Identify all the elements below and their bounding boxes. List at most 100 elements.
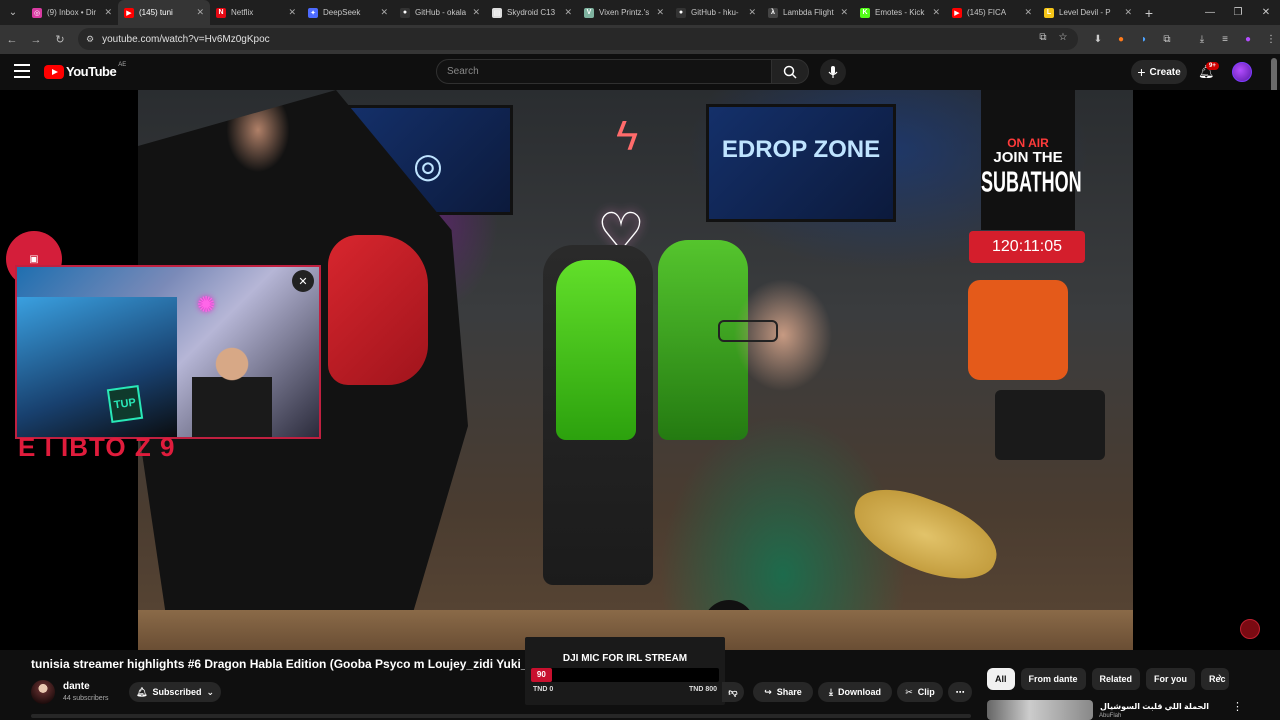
- browser-tab[interactable]: V Vixen Printz.'s ✕: [578, 0, 670, 25]
- recommended-thumbnail[interactable]: [987, 700, 1093, 720]
- tab-close-icon[interactable]: ✕: [564, 7, 572, 18]
- recommended-title[interactable]: الحملة اللي قلبت السوشيال ميديا!: [1099, 702, 1209, 711]
- extension-icon-2[interactable]: ●: [1113, 29, 1129, 49]
- window-controls: — ❐ ✕: [1196, 0, 1280, 25]
- reload-icon[interactable]: ↻: [48, 33, 72, 46]
- extensions-puzzle-icon[interactable]: ⧉: [1159, 29, 1175, 49]
- tab-favicon-icon: K: [860, 7, 870, 18]
- browser-tab[interactable]: K Emotes - Kick ✕: [854, 0, 946, 25]
- minimize-icon[interactable]: —: [1196, 0, 1224, 25]
- download-button[interactable]: ⤓ Download: [818, 682, 892, 702]
- tab-media-icon[interactable]: ≡: [1217, 29, 1233, 49]
- downloads-icon[interactable]: ⤓: [1194, 29, 1210, 49]
- create-button[interactable]: + Create: [1131, 60, 1187, 84]
- browser-tab[interactable]: ◎ (9) Inbox • Dir ✕: [26, 0, 118, 25]
- extension-icon-1[interactable]: ⬇: [1090, 29, 1106, 49]
- thumbs-down-icon: 👎︎: [728, 686, 738, 697]
- description-box-edge: [31, 714, 971, 718]
- onair-line3: SUBATHON: [981, 166, 1082, 198]
- tab-close-icon[interactable]: ✕: [656, 7, 664, 18]
- url-text[interactable]: youtube.com/watch?v=Hv6Mz0gKpoc: [102, 34, 270, 45]
- profile-avatar-icon[interactable]: ●: [1240, 29, 1256, 49]
- subscribed-button[interactable]: 🔔︎ Subscribed ⌄: [129, 682, 221, 702]
- recommended-menu-icon[interactable]: ⋮: [1232, 700, 1243, 713]
- filter-chip[interactable]: For you: [1146, 668, 1196, 690]
- new-tab-button[interactable]: +: [1138, 5, 1160, 21]
- bookmark-star-icon[interactable]: ☆: [1056, 32, 1070, 43]
- close-window-icon[interactable]: ✕: [1252, 0, 1280, 25]
- youtube-play-icon: [44, 64, 64, 79]
- browser-tab[interactable]: λ Lambda Flight ✕: [762, 0, 854, 25]
- search-button[interactable]: [771, 59, 809, 84]
- omnibox[interactable]: ⚙ youtube.com/watch?v=Hv6Mz0gKpoc ⧉ ☆: [78, 28, 1078, 50]
- tab-title: DeepSeek: [323, 8, 361, 17]
- tab-close-icon[interactable]: ✕: [196, 7, 204, 18]
- tab-close-icon[interactable]: ✕: [288, 7, 296, 18]
- browser-tab[interactable]: ▶ (145) FICA ✕: [946, 0, 1038, 25]
- filter-chip[interactable]: From dante: [1020, 668, 1086, 690]
- clip-button[interactable]: ✂ Clip: [897, 682, 943, 702]
- extension-icon-3[interactable]: ◗: [1136, 29, 1152, 49]
- tab-favicon-icon: ◎: [32, 7, 42, 18]
- channel-name[interactable]: dante: [63, 681, 90, 692]
- cam-close-icon[interactable]: ✕: [292, 270, 314, 292]
- tab-close-icon[interactable]: ✕: [104, 7, 112, 18]
- browser-tab[interactable]: ● GitHub - hku- ✕: [670, 0, 762, 25]
- extensions-area: ⬇ ● ◗ ⧉ ⤓ ≡ ● ⋮: [1090, 29, 1279, 49]
- tab-close-icon[interactable]: ✕: [748, 7, 756, 18]
- browser-tab[interactable]: ▶ (145) tuni ✕: [118, 0, 210, 25]
- notification-badge: 9+: [1206, 62, 1219, 70]
- tab-close-icon[interactable]: ✕: [840, 7, 848, 18]
- tab-favicon-icon: ▤: [492, 7, 502, 18]
- chevron-right-icon[interactable]: ›: [1218, 671, 1222, 683]
- account-avatar[interactable]: [1232, 62, 1252, 82]
- youtube-logo[interactable]: YouTube AE: [44, 61, 127, 79]
- tab-close-icon[interactable]: ✕: [380, 7, 388, 18]
- more-actions-button[interactable]: ⋯: [948, 682, 972, 702]
- back-icon[interactable]: ←: [0, 34, 24, 46]
- download-icon: ⤓: [829, 686, 833, 697]
- browser-tab[interactable]: L Level Devil - P ✕: [1038, 0, 1138, 25]
- tab-close-icon[interactable]: ✕: [472, 7, 480, 18]
- voice-search-button[interactable]: [820, 59, 846, 85]
- neon-sign-icon: ✺: [197, 292, 216, 317]
- create-label: Create: [1149, 66, 1181, 78]
- share-label: Share: [776, 687, 802, 697]
- tab-search-button[interactable]: ⌄: [0, 0, 26, 25]
- video-player[interactable]: ◎ EDROP ZONE ϟ ♡ ON AIR JOIN THE SUBATHO…: [0, 90, 1280, 650]
- share-button[interactable]: ↪ Share: [753, 682, 813, 702]
- forward-icon[interactable]: →: [24, 34, 48, 46]
- goal-max-label: TND 800: [688, 686, 717, 693]
- tv-right-text: EDROP ZONE: [721, 136, 881, 163]
- cam-badge: TUP: [106, 384, 144, 424]
- tab-favicon-icon: ●: [676, 7, 686, 18]
- country-code: AE: [118, 61, 127, 68]
- tab-favicon-icon: V: [584, 7, 594, 18]
- install-app-icon[interactable]: ⧉: [1036, 32, 1050, 43]
- browser-tab[interactable]: ✦ DeepSeek ✕: [302, 0, 394, 25]
- guide-menu-icon[interactable]: [14, 64, 30, 78]
- channel-avatar[interactable]: [31, 680, 55, 704]
- tab-title: GitHub - hku-: [691, 8, 739, 17]
- filter-chip[interactable]: All: [987, 668, 1015, 690]
- tab-close-icon[interactable]: ✕: [1024, 7, 1032, 18]
- filter-chip[interactable]: Related: [1091, 668, 1141, 690]
- dislike-button[interactable]: 👎︎: [722, 682, 744, 702]
- tab-title: GitHub - okala: [415, 8, 467, 17]
- browser-tab[interactable]: N Netflix ✕: [210, 0, 302, 25]
- tab-favicon-icon: L: [1044, 7, 1054, 18]
- restore-icon[interactable]: ❐: [1224, 0, 1252, 25]
- filter-chip[interactable]: Rec: [1201, 668, 1230, 690]
- site-info-icon[interactable]: ⚙: [86, 34, 94, 45]
- browser-menu-icon[interactable]: ⋮: [1263, 29, 1279, 49]
- lightning-neon-icon: ϟ: [616, 112, 639, 159]
- browser-tab[interactable]: ▤ Skydroid C13 ✕: [486, 0, 578, 25]
- tab-close-icon[interactable]: ✕: [932, 7, 940, 18]
- browser-tab[interactable]: ● GitHub - okala ✕: [394, 0, 486, 25]
- recommended-channel: AbuFlah: [1099, 713, 1122, 719]
- search-input[interactable]: Search: [436, 59, 772, 84]
- clip-label: Clip: [917, 687, 935, 697]
- recommended-video[interactable]: الحملة اللي قلبت السوشيال ميديا! AbuFlah…: [987, 698, 1243, 720]
- tab-close-icon[interactable]: ✕: [1124, 7, 1132, 18]
- tab-title: Lambda Flight: [783, 8, 834, 17]
